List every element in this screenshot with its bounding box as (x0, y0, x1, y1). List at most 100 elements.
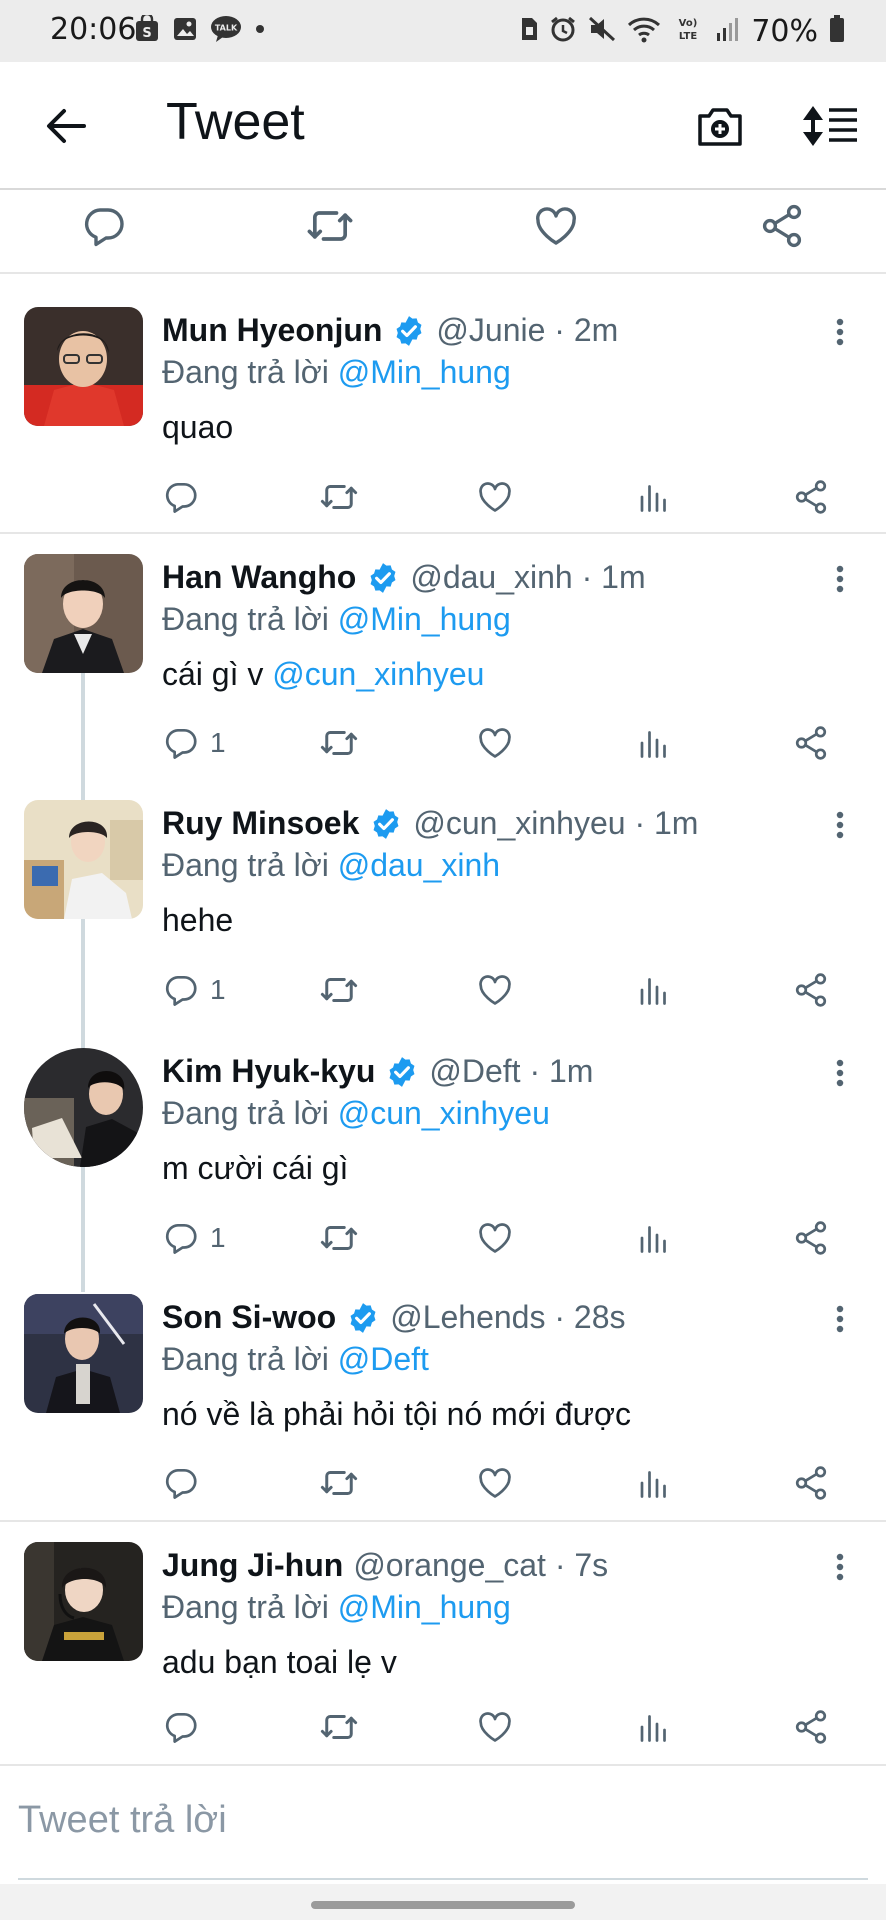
home-gesture-handle[interactable] (311, 1901, 575, 1909)
analytics-icon (636, 725, 672, 761)
share-button[interactable] (792, 965, 830, 1015)
reply-icon (162, 1464, 200, 1502)
like-button[interactable] (476, 1702, 514, 1752)
avatar[interactable] (24, 1294, 143, 1413)
replying-to-label: Đang trả lời (162, 1341, 329, 1377)
share-button[interactable] (792, 1702, 830, 1752)
tweet-item[interactable]: Han Wangho @dau_xinh · 1m Đang trả lời @… (0, 536, 886, 782)
author-meta: @Lehends · 28s (390, 1299, 626, 1335)
more-button[interactable] (820, 803, 860, 847)
more-button[interactable] (820, 310, 860, 354)
tweet-text-mention[interactable]: @cun_xinhyeu (272, 656, 484, 692)
more-vertical-icon (835, 564, 845, 594)
more-button[interactable] (820, 1297, 860, 1341)
author-meta: @Deft · 1m (429, 1053, 594, 1089)
retweet-button[interactable] (318, 718, 360, 768)
retweet-button[interactable] (318, 472, 360, 522)
tweet-item[interactable]: Son Si-woo @Lehends · 28s Đang trả lời @… (0, 1276, 886, 1522)
like-button[interactable] (476, 472, 514, 522)
main-retweet-button[interactable] (302, 198, 358, 254)
tweet-item[interactable]: Jung Ji-hun @orange_cat · 7s Đang trả lờ… (0, 1524, 886, 1766)
reply-button[interactable]: 1 (162, 1213, 226, 1263)
author-name[interactable]: Kim Hyuk-kyu (162, 1053, 375, 1090)
reply-icon (162, 1219, 200, 1257)
replying-to-mention[interactable]: @Min_hung (338, 601, 511, 637)
avatar[interactable] (24, 800, 143, 919)
replying-to-mention[interactable]: @Min_hung (338, 354, 511, 390)
sort-button[interactable] (798, 98, 862, 154)
main-like-button[interactable] (528, 198, 584, 254)
author-name[interactable]: Son Si-woo (162, 1299, 336, 1336)
tweet-header: Han Wangho @dau_xinh · 1m (162, 559, 646, 596)
avatar[interactable] (24, 554, 143, 673)
back-button[interactable] (38, 98, 94, 154)
replying-to: Đang trả lời @Deft (162, 1341, 429, 1378)
like-button[interactable] (476, 718, 514, 768)
tweet-item[interactable]: Ruy Minsoek @cun_xinhyeu · 1m Đang trả l… (0, 782, 886, 1028)
like-button[interactable] (476, 1213, 514, 1263)
tweet-item[interactable]: Kim Hyuk-kyu @Deft · 1m Đang trả lời @cu… (0, 1030, 886, 1276)
more-button[interactable] (820, 1545, 860, 1589)
author-name[interactable]: Mun Hyeonjun (162, 312, 382, 349)
more-vertical-icon (835, 1058, 845, 1088)
reply-icon (162, 478, 200, 516)
svg-text:Vo): Vo) (679, 18, 698, 29)
analytics-button[interactable] (636, 718, 672, 768)
analytics-button[interactable] (636, 1458, 672, 1508)
tweet-text-body: cái gì v (162, 656, 264, 692)
avatar[interactable] (24, 1048, 143, 1167)
more-button[interactable] (820, 1051, 860, 1095)
share-button[interactable] (792, 718, 830, 768)
tweet-header: Jung Ji-hun @orange_cat · 7s (162, 1547, 608, 1584)
system-nav-bar (0, 1884, 886, 1920)
analytics-button[interactable] (636, 1702, 672, 1752)
analytics-button[interactable] (636, 965, 672, 1015)
analytics-button[interactable] (636, 472, 672, 522)
more-button[interactable] (820, 557, 860, 601)
reply-button[interactable]: 1 (162, 718, 226, 768)
retweet-button[interactable] (318, 1213, 360, 1263)
retweet-button[interactable] (318, 1458, 360, 1508)
tweet-header: Kim Hyuk-kyu @Deft · 1m (162, 1053, 593, 1090)
author-name[interactable]: Jung Ji-hun (162, 1547, 343, 1584)
main-share-button[interactable] (754, 198, 810, 254)
author-name[interactable]: Han Wangho (162, 559, 356, 596)
camera-button[interactable] (692, 98, 748, 154)
retweet-button[interactable] (318, 965, 360, 1015)
mute-icon (587, 15, 617, 48)
replying-to-mention[interactable]: @dau_xinh (338, 847, 500, 883)
replying-to-mention[interactable]: @Deft (338, 1341, 429, 1377)
avatar[interactable] (24, 1542, 143, 1661)
heart-icon (476, 971, 514, 1009)
replying-to-mention[interactable]: @Min_hung (338, 1589, 511, 1625)
tweet-text-body: hehe (162, 902, 234, 938)
battery-icon (828, 14, 846, 49)
avatar[interactable] (24, 307, 143, 426)
reply-button[interactable] (162, 472, 210, 522)
author-meta: @cun_xinhyeu · 1m (413, 805, 699, 841)
more-vertical-icon (835, 317, 845, 347)
retweet-button[interactable] (318, 1702, 360, 1752)
reply-button[interactable] (162, 1702, 210, 1752)
tweet-text: adu bạn toai lẹ v (162, 1644, 397, 1681)
main-reply-button[interactable] (76, 198, 132, 254)
share-button[interactable] (792, 1458, 830, 1508)
analytics-button[interactable] (636, 1213, 672, 1263)
like-button[interactable] (476, 965, 514, 1015)
share-button[interactable] (792, 1213, 830, 1263)
share-icon (792, 724, 830, 762)
tweet-header: Ruy Minsoek @cun_xinhyeu · 1m (162, 805, 698, 842)
signal-icon (715, 15, 741, 48)
reply-input[interactable] (18, 1790, 868, 1850)
replying-to-mention[interactable]: @cun_xinhyeu (338, 1095, 550, 1131)
tweet-item[interactable]: Mun Hyeonjun @Junie · 2m Đang trả lời @M… (0, 276, 886, 534)
like-button[interactable] (476, 1458, 514, 1508)
volte-icon: Vo) LTE (671, 15, 705, 48)
reply-button[interactable] (162, 1458, 210, 1508)
status-left-icons: S TALK (134, 12, 266, 46)
verified-badge-icon (366, 561, 400, 595)
author-name[interactable]: Ruy Minsoek (162, 805, 359, 842)
share-button[interactable] (792, 472, 830, 522)
svg-text:S: S (142, 26, 151, 41)
reply-button[interactable]: 1 (162, 965, 226, 1015)
